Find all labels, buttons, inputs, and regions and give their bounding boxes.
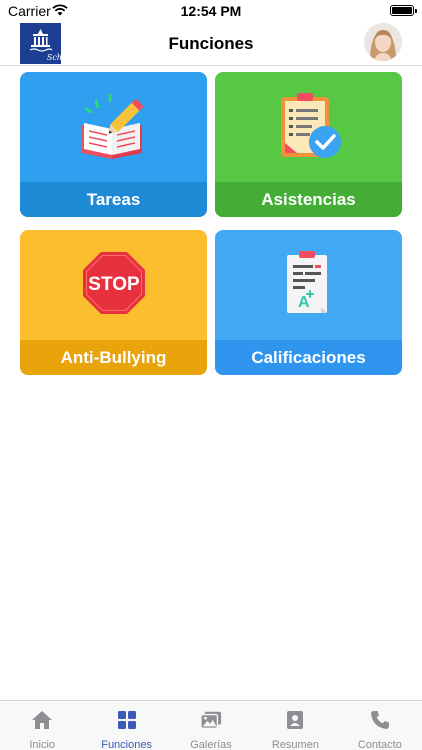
tile-label-band: Anti-Bullying	[20, 340, 207, 375]
stop-sign-icon: STOP	[20, 230, 207, 340]
grid-icon	[116, 709, 138, 731]
tab-label: Galerías	[190, 739, 232, 750]
tab-bar: Inicio Funciones Galerías Resumen Contac…	[0, 700, 422, 750]
status-time: 12:54 PM	[180, 3, 242, 19]
tab-label: Inicio	[29, 739, 56, 750]
tile-asistencias[interactable]: Asistencias	[215, 72, 402, 217]
tile-label: Asistencias	[261, 189, 356, 209]
status-bar: Carrier 12:54 PM	[0, 0, 422, 22]
phone-icon	[369, 709, 391, 731]
tab-resumen[interactable]: Resumen	[253, 701, 337, 750]
tile-label-band: Tareas	[20, 182, 207, 217]
tab-funciones[interactable]: Funciones	[84, 701, 168, 750]
grade-letter: A	[298, 294, 310, 311]
tile-label: Calificaciones	[251, 347, 366, 367]
tile-label-band: Asistencias	[215, 182, 402, 217]
tab-label: Contacto	[357, 739, 402, 750]
stop-sign-text: STOP	[88, 274, 140, 295]
attendance-clipboard-icon	[215, 72, 402, 182]
page-title: Funciones	[168, 34, 254, 53]
tab-galerias[interactable]: Galerías	[169, 701, 253, 750]
avatar[interactable]	[364, 23, 402, 61]
battery-icon	[390, 5, 417, 16]
grades-report-icon: A	[215, 230, 402, 340]
profile-card-icon	[284, 709, 306, 731]
tab-label: Funciones	[101, 739, 152, 750]
tile-calificaciones[interactable]: A Calificaciones	[215, 230, 402, 375]
homework-book-icon	[20, 72, 207, 182]
tile-label-band: Calificaciones	[215, 340, 402, 375]
logo-text: School	[46, 53, 75, 62]
tile-anti-bullying[interactable]: STOP Anti-Bullying	[20, 230, 207, 375]
tab-contacto[interactable]: Contacto	[338, 701, 422, 750]
navigation-bar: School Funciones	[0, 22, 422, 66]
gallery-icon	[200, 709, 222, 731]
tab-label: Resumen	[271, 739, 319, 750]
home-icon	[31, 709, 53, 731]
tile-label: Anti-Bullying	[60, 347, 167, 367]
tab-inicio[interactable]: Inicio	[0, 701, 84, 750]
tile-tareas[interactable]: Tareas	[20, 72, 207, 217]
tile-label: Tareas	[86, 189, 141, 209]
